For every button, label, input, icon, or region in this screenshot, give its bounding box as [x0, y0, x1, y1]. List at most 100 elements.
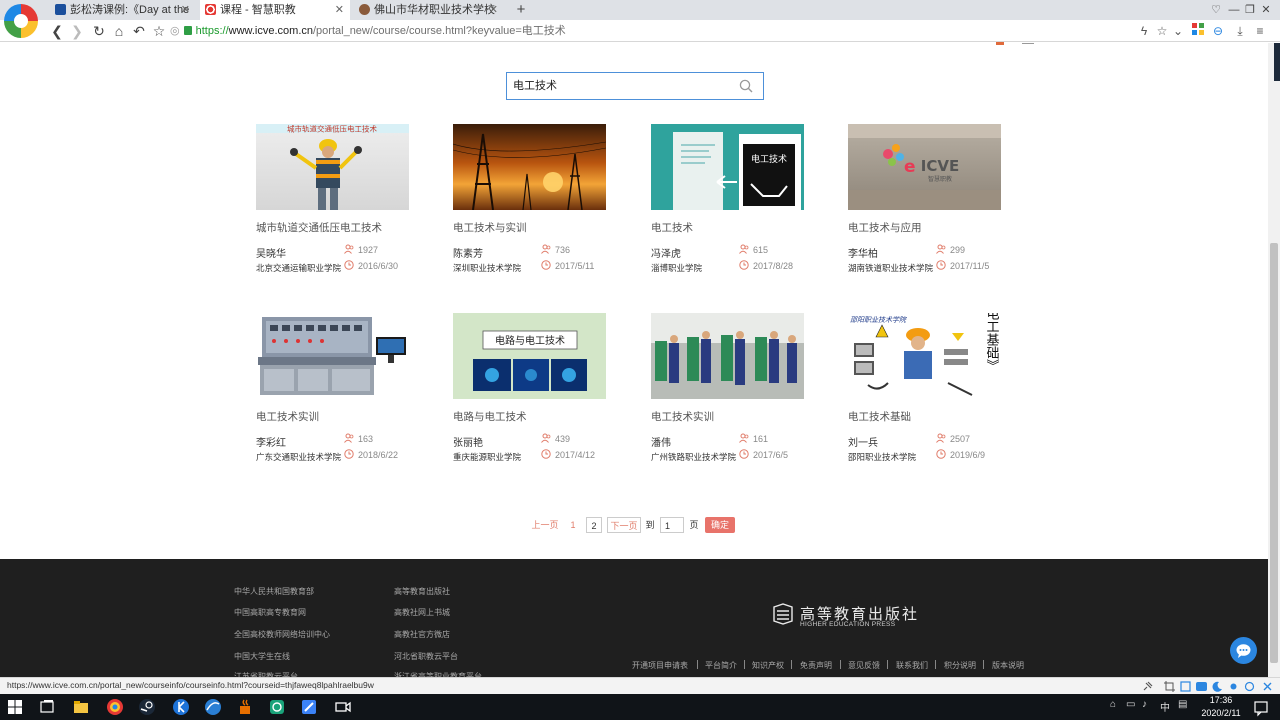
course-thumbnail[interactable]: [651, 313, 804, 399]
home-icon[interactable]: ⌂: [110, 22, 128, 40]
prev-page-button[interactable]: 上一页: [530, 517, 560, 533]
menu-icon[interactable]: ≡: [1252, 23, 1268, 39]
footer-link[interactable]: 全国高校教师网络培训中心: [234, 629, 330, 640]
chat-button[interactable]: [1230, 637, 1257, 664]
footer-link[interactable]: 高教社官方微店: [394, 629, 450, 640]
bookmark-star-icon[interactable]: ☆: [150, 22, 168, 40]
course-title[interactable]: 电工技术实训: [256, 409, 319, 424]
tab-3[interactable]: 佛山市华材职业技术学校 ✕: [354, 0, 504, 20]
course-card[interactable]: 电工技术实训 潘伟 广州铁路职业技术学院 161 2017/6/5: [651, 313, 826, 463]
close-tab-icon[interactable]: ✕: [489, 0, 498, 20]
url-field[interactable]: ◎ https://www.icve.com.cn/portal_new/cour…: [170, 22, 1190, 40]
footer-bottom-link[interactable]: 开通项目申请表: [632, 660, 688, 671]
battery-icon[interactable]: ▭: [1126, 699, 1135, 710]
footer-link[interactable]: 中国高职高专教育网: [234, 607, 306, 618]
ime-mode[interactable]: 中: [1160, 699, 1170, 714]
steam-icon[interactable]: [138, 698, 156, 716]
course-card[interactable]: 邵阳职业技术学院 《电工基础》 电工技术基础 刘一兵 邵阳职业技术学院 2507…: [848, 313, 1023, 463]
chevron-down-icon[interactable]: ⌄: [1170, 23, 1186, 39]
apps-grid-icon[interactable]: [1190, 23, 1206, 39]
close-tab-icon[interactable]: ✕: [181, 0, 190, 20]
screenshot-icon[interactable]: [1180, 681, 1191, 692]
course-thumbnail[interactable]: [453, 124, 606, 210]
crop-icon[interactable]: [1164, 681, 1175, 692]
course-thumbnail[interactable]: 邵阳职业技术学院 《电工基础》: [848, 313, 1001, 399]
java-icon[interactable]: [236, 698, 254, 716]
footer-bottom-link[interactable]: 版本说明: [992, 660, 1024, 671]
undo-icon[interactable]: ↶: [130, 22, 148, 40]
course-thumbnail[interactable]: [256, 313, 409, 399]
footer-bottom-link[interactable]: 免责声明: [800, 660, 832, 671]
pin-icon[interactable]: [1142, 681, 1153, 692]
course-title[interactable]: 电工技术实训: [651, 409, 714, 424]
lightning-icon[interactable]: ϟ: [1136, 23, 1152, 39]
page-2-button[interactable]: 2: [586, 517, 602, 533]
file-explorer-icon[interactable]: [72, 698, 90, 716]
footer-bottom-link[interactable]: 积分说明: [944, 660, 976, 671]
camera-app-icon[interactable]: [334, 698, 352, 716]
course-card[interactable]: e ICVE 智慧职教 电工技术与应用 李华柏 湖南铁道职业技术学院 299 2…: [848, 124, 1023, 274]
people-icon[interactable]: ⌂: [1110, 699, 1116, 710]
course-card[interactable]: 电工技术 电工技术 冯泽虎 淄博职业学院 615 2017/8/28: [651, 124, 826, 274]
course-title[interactable]: 电工技术与实训: [453, 220, 527, 235]
dot-icon[interactable]: [1228, 681, 1239, 692]
course-search-box[interactable]: 电工技术: [506, 72, 764, 100]
course-title[interactable]: 电工技术基础: [848, 409, 911, 424]
course-title[interactable]: 城市轨道交通低压电工技术: [256, 220, 382, 235]
footer-bottom-link[interactable]: 意见反馈: [848, 660, 880, 671]
download-icon[interactable]: ⤓: [1232, 23, 1248, 39]
favorite-star-icon[interactable]: ☆: [1154, 23, 1170, 39]
page-scrollbar[interactable]: [1268, 43, 1280, 677]
course-card[interactable]: 城市轨道交通低压电工技术 城市轨道交通低压电工技术 吴晓华 北京交通运输职业学院…: [256, 124, 431, 274]
tab-2[interactable]: 课程 - 智慧职教 ✕: [200, 0, 350, 20]
close-window-icon[interactable]: ✕: [1258, 0, 1274, 20]
goto-confirm-button[interactable]: 确定: [705, 517, 735, 533]
course-card[interactable]: 电工技术实训 李彩红 广东交通职业技术学院 163 2018/6/22: [256, 313, 431, 463]
course-thumbnail[interactable]: e ICVE 智慧职教: [848, 124, 1001, 210]
footer-link[interactable]: 高教社网上书城: [394, 607, 450, 618]
forward-icon[interactable]: ❯: [68, 22, 86, 40]
close-tab-icon[interactable]: ✕: [335, 0, 344, 20]
next-page-button[interactable]: 下一页: [607, 517, 641, 533]
clock-date[interactable]: 2020/2/11: [1198, 708, 1244, 718]
notification-icon[interactable]: [1252, 699, 1270, 717]
course-title[interactable]: 电工技术: [651, 220, 693, 235]
footer-link[interactable]: 河北省职教云平台: [394, 651, 458, 662]
windows-start-icon[interactable]: [6, 698, 24, 716]
maximize-icon[interactable]: ❐: [1242, 0, 1258, 20]
course-thumbnail[interactable]: 电路与电工技术: [453, 313, 606, 399]
volume-icon[interactable]: ♪: [1142, 699, 1147, 710]
course-thumbnail[interactable]: 城市轨道交通低压电工技术: [256, 124, 409, 210]
course-card[interactable]: 电工技术与实训 陈素芳 深圳职业技术学院 736 2017/5/11: [453, 124, 628, 274]
footer-bottom-link[interactable]: 知识产权: [752, 660, 784, 671]
browser-logo-icon[interactable]: [4, 4, 38, 38]
moon-icon[interactable]: [1212, 681, 1223, 692]
footer-link[interactable]: 高等教育出版社: [394, 586, 450, 597]
course-title[interactable]: 电路与电工技术: [453, 409, 527, 424]
footer-link[interactable]: 中国大学生在线: [234, 651, 290, 662]
tab-1[interactable]: 彭松涛课例:《Day at the ✕: [50, 0, 196, 20]
shirt-icon[interactable]: ♡: [1208, 0, 1224, 20]
footer-bottom-link[interactable]: 平台简介: [705, 660, 737, 671]
reload-icon[interactable]: ↻: [90, 22, 108, 40]
back-icon[interactable]: ❮: [48, 22, 66, 40]
footer-link[interactable]: 中华人民共和国教育部: [234, 586, 314, 597]
clock-time[interactable]: 17:36: [1198, 695, 1244, 705]
ime-icon[interactable]: [1196, 681, 1207, 692]
search-input[interactable]: 电工技术: [513, 73, 557, 99]
course-thumbnail[interactable]: 电工技术: [651, 124, 804, 210]
app-icon[interactable]: [268, 698, 286, 716]
new-tab-button[interactable]: +: [512, 0, 530, 20]
course-title[interactable]: 电工技术与应用: [848, 220, 922, 235]
ime-settings-icon[interactable]: ▤: [1178, 699, 1187, 710]
footer-bottom-link[interactable]: 联系我们: [896, 660, 928, 671]
scrollbar-thumb[interactable]: [1270, 243, 1278, 663]
globe-app-icon[interactable]: [204, 698, 222, 716]
minimize-icon[interactable]: —: [1226, 0, 1242, 20]
settings-icon[interactable]: [1262, 681, 1273, 692]
extension-icon[interactable]: ⊖: [1210, 23, 1226, 39]
tool-app-icon[interactable]: [300, 698, 318, 716]
k-app-icon[interactable]: [172, 698, 190, 716]
browser-taskbar-icon[interactable]: [106, 698, 124, 716]
search-icon[interactable]: [739, 79, 753, 93]
